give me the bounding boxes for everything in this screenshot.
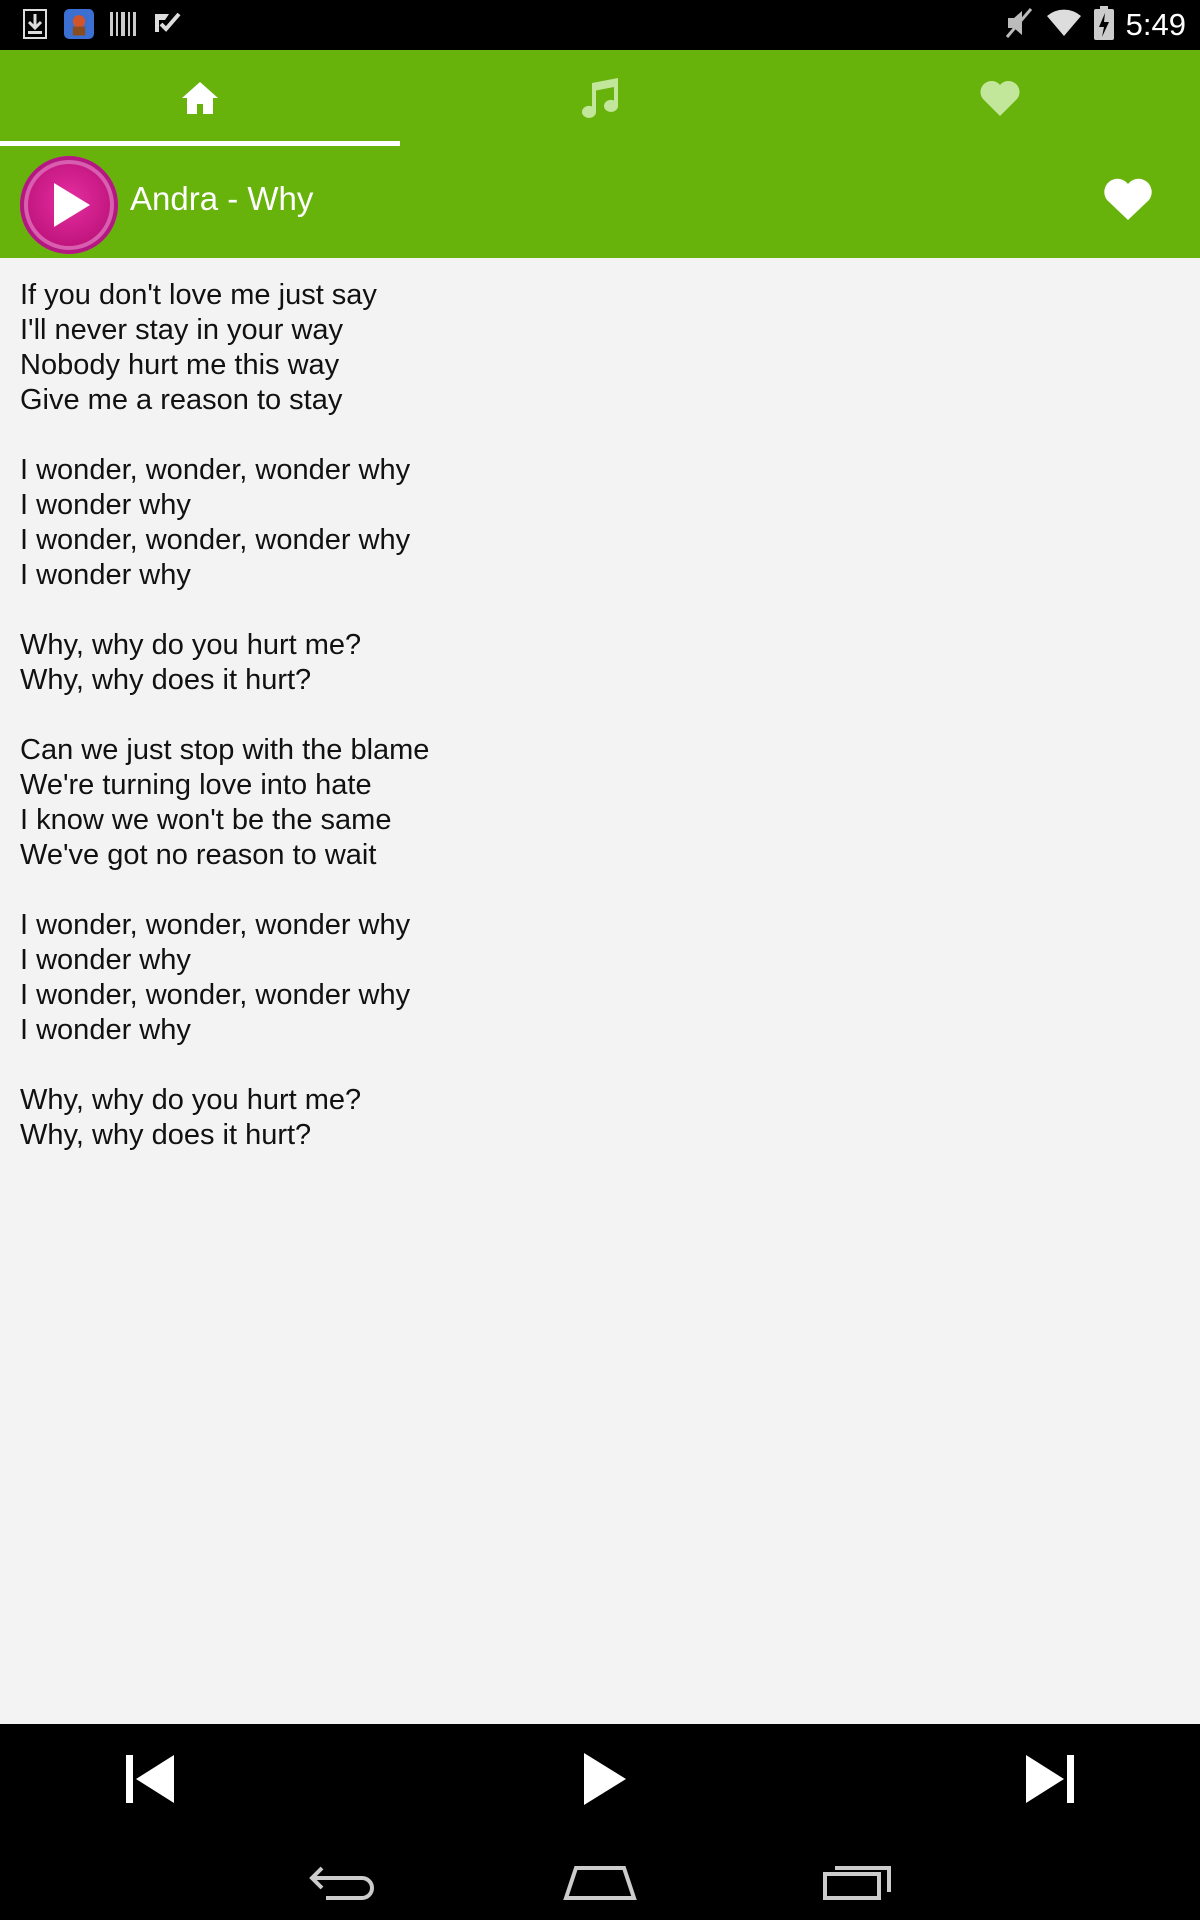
music-note-icon (582, 78, 618, 118)
status-bar: 5:49 (0, 0, 1200, 50)
battery-charging-icon (1093, 6, 1114, 44)
play-pause-button[interactable] (565, 1744, 645, 1814)
previous-button[interactable] (110, 1744, 190, 1814)
next-icon (1026, 1755, 1074, 1803)
lyrics-text: If you don't love me just say I'll never… (20, 279, 430, 1151)
barcode-icon (108, 7, 138, 41)
back-icon (309, 1866, 374, 1900)
nav-home-button[interactable] (545, 1854, 655, 1910)
player-controls (0, 1724, 1200, 1844)
favorite-button[interactable] (1102, 176, 1154, 226)
tab-favorites[interactable] (800, 50, 1200, 146)
song-title: Andra - Why (130, 180, 314, 217)
home-outline-icon (563, 1866, 637, 1900)
heart-icon (1104, 178, 1152, 220)
next-button[interactable] (1010, 1744, 1090, 1814)
home-icon (182, 82, 218, 114)
previous-icon (126, 1755, 174, 1803)
play-icon (584, 1753, 626, 1805)
nav-back-button[interactable] (288, 1854, 398, 1910)
now-playing-bar: Andra - Why (0, 146, 1200, 258)
clock: 5:49 (1125, 7, 1186, 42)
check-icon (152, 7, 182, 41)
nav-recents-button[interactable] (802, 1854, 912, 1910)
recents-icon (823, 1866, 891, 1900)
tab-home[interactable] (0, 50, 400, 146)
play-button[interactable] (20, 156, 118, 254)
system-nav-bar (0, 1844, 1200, 1920)
tab-music[interactable] (400, 50, 800, 146)
download-icon (20, 7, 50, 41)
heart-icon (980, 80, 1020, 116)
tab-bar (0, 50, 1200, 146)
mute-icon (1004, 6, 1034, 44)
play-icon (54, 183, 90, 227)
app-notification-icon (64, 7, 94, 41)
wifi-icon (1046, 8, 1082, 42)
